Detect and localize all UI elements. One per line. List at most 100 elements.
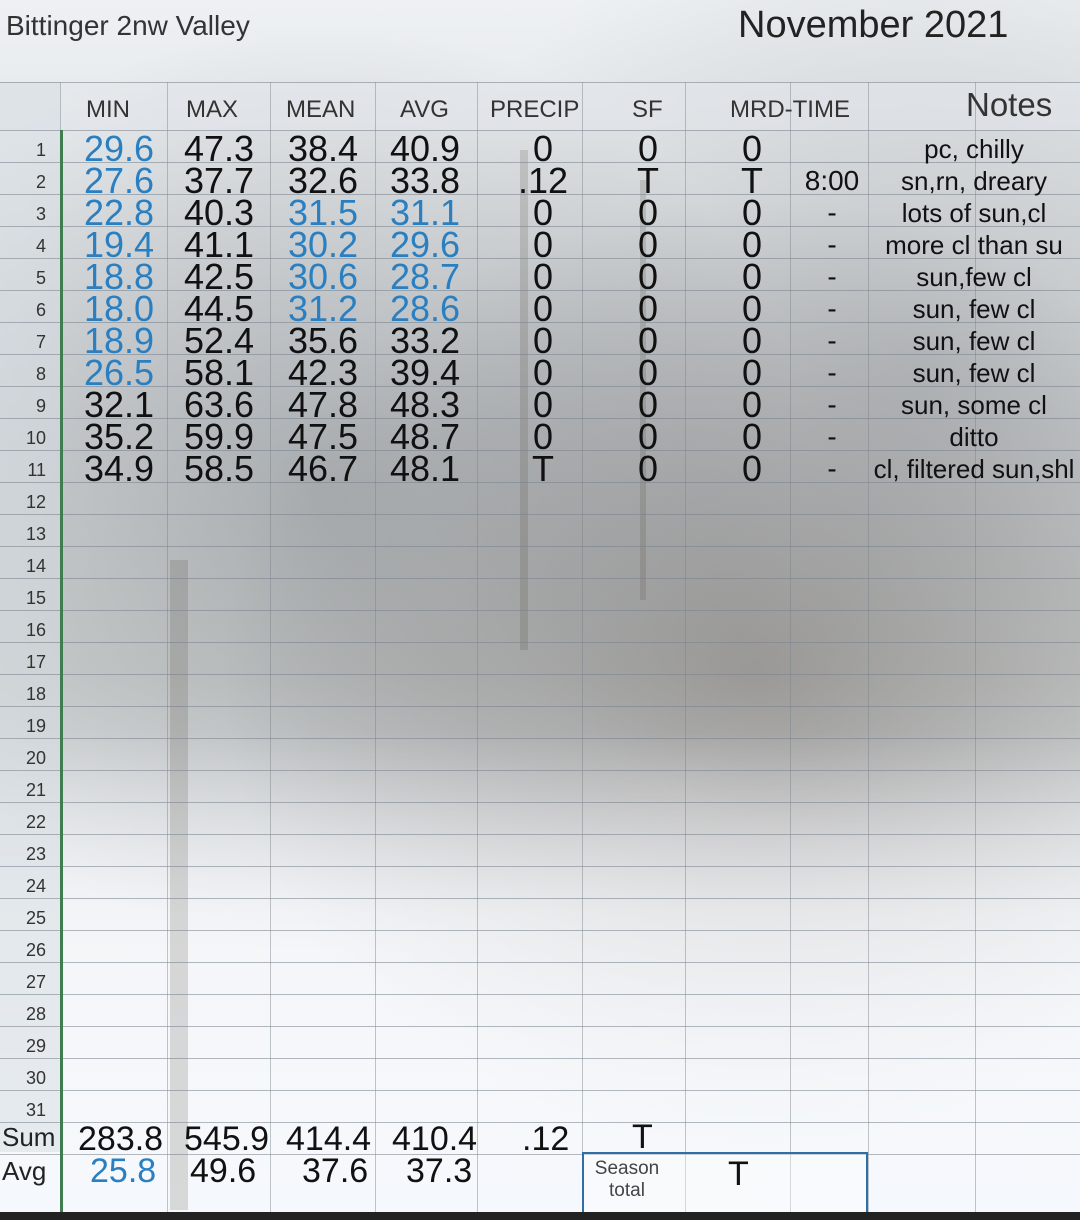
cell-note[interactable]: sun, few cl [872,294,1076,324]
col-header-mean[interactable]: MEAN [286,96,355,124]
cell-avg[interactable]: 48.1 [390,451,460,487]
grid-vline [582,82,583,1212]
cell-min[interactable]: 34.9 [84,451,154,487]
grid-hline [0,770,1080,771]
cell-note[interactable]: ditto [872,422,1076,452]
avg-max[interactable]: 49.6 [190,1152,256,1191]
cell-time[interactable]: - [796,228,868,262]
sum-precip[interactable]: .12 [522,1120,569,1159]
cell-precip[interactable]: T [508,451,578,487]
grid-hline [0,1026,1080,1027]
col-header-precip[interactable]: PRECIP [490,96,579,124]
season-total-value[interactable]: T [728,1155,749,1194]
row-number[interactable]: 20 [0,748,46,769]
cell-max[interactable]: 58.5 [184,451,254,487]
grid-hline [0,994,1080,995]
cell-mean[interactable]: 46.7 [288,451,358,487]
row-number[interactable]: 13 [0,524,46,545]
row-number[interactable]: 10 [0,428,46,449]
col-header-notes[interactable]: Notes [966,86,1052,124]
row-number[interactable]: 15 [0,588,46,609]
row-number[interactable]: 12 [0,492,46,513]
sum-row-label: Sum [2,1122,56,1152]
row-number[interactable]: 11 [0,460,46,481]
grid-vline [167,82,168,1212]
row-number[interactable]: 17 [0,652,46,673]
cell-time[interactable]: - [796,324,868,358]
bottom-edge [0,1212,1080,1220]
grid-hline [0,674,1080,675]
cell-note[interactable]: sun, few cl [872,358,1076,388]
cell-time[interactable]: 8:00 [796,164,868,198]
row-number[interactable]: 28 [0,1004,46,1025]
avg-avg[interactable]: 37.3 [406,1152,472,1191]
row-number[interactable]: 3 [0,204,46,225]
row-number[interactable]: 14 [0,556,46,577]
grid-hline [0,802,1080,803]
grid-vline [790,82,791,1212]
row-number[interactable]: 16 [0,620,46,641]
grid-hline [0,546,1080,547]
row-number[interactable]: 7 [0,332,46,353]
row-number[interactable]: 9 [0,396,46,417]
row-number[interactable]: 27 [0,972,46,993]
cell-time[interactable]: - [796,260,868,294]
row-number[interactable]: 21 [0,780,46,801]
season-total-label: Season total [594,1158,660,1201]
row-number[interactable]: 18 [0,684,46,705]
cell-note[interactable]: sn,rn, dreary [872,166,1076,196]
cell-note[interactable]: sun, some cl [872,390,1076,420]
grid-hline [0,834,1080,835]
col-header-avg[interactable]: AVG [400,96,449,124]
row-number[interactable]: 2 [0,172,46,193]
month-title: November 2021 [738,4,1009,46]
cell-time[interactable]: - [796,292,868,326]
cell-note[interactable]: sun,few cl [872,262,1076,292]
row-number[interactable]: 8 [0,364,46,385]
cell-note[interactable]: more cl than su [872,230,1076,260]
grid-hline [0,706,1080,707]
col-header-max[interactable]: MAX [186,96,238,124]
row-number[interactable]: 1 [0,140,46,161]
cell-mrd[interactable]: 0 [724,451,780,487]
selection-bar [60,130,63,1212]
grid-hline [0,898,1080,899]
grid-hline [0,610,1080,611]
cell-sf[interactable]: 0 [620,451,676,487]
col-header-sf[interactable]: SF [632,96,663,124]
row-number[interactable]: 22 [0,812,46,833]
grid-vline [477,82,478,1212]
row-number[interactable]: 19 [0,716,46,737]
col-header-min[interactable]: MIN [86,96,130,124]
grid-hline [0,514,1080,515]
cell-note[interactable]: sun, few cl [872,326,1076,356]
row-number[interactable]: 25 [0,908,46,929]
row-number[interactable]: 4 [0,236,46,257]
cell-time[interactable]: - [796,356,868,390]
avg-row-label: Avg [2,1156,47,1186]
cell-note[interactable]: lots of sun,cl [872,198,1076,228]
grid-hline [0,962,1080,963]
avg-mean[interactable]: 37.6 [302,1152,368,1191]
row-number[interactable]: 24 [0,876,46,897]
grid-hline [0,738,1080,739]
avg-min[interactable]: 25.8 [90,1152,156,1191]
row-number[interactable]: 6 [0,300,46,321]
cell-time[interactable]: - [796,388,868,422]
cell-time[interactable]: - [796,452,868,486]
row-number[interactable]: 31 [0,1100,46,1121]
cell-time[interactable]: - [796,196,868,230]
cell-time[interactable]: - [796,420,868,454]
grid-hline [0,82,1080,83]
row-number[interactable]: 23 [0,844,46,865]
row-number[interactable]: 30 [0,1068,46,1089]
row-number[interactable]: 26 [0,940,46,961]
grid-vline [868,82,869,1212]
post-shape [170,560,188,1210]
col-header-mrd-time[interactable]: MRD-TIME [730,96,850,124]
cell-note[interactable]: cl, filtered sun,shl [872,454,1076,484]
row-number[interactable]: 5 [0,268,46,289]
grid-hline [0,1090,1080,1091]
cell-note[interactable]: pc, chilly [872,134,1076,164]
row-number[interactable]: 29 [0,1036,46,1057]
